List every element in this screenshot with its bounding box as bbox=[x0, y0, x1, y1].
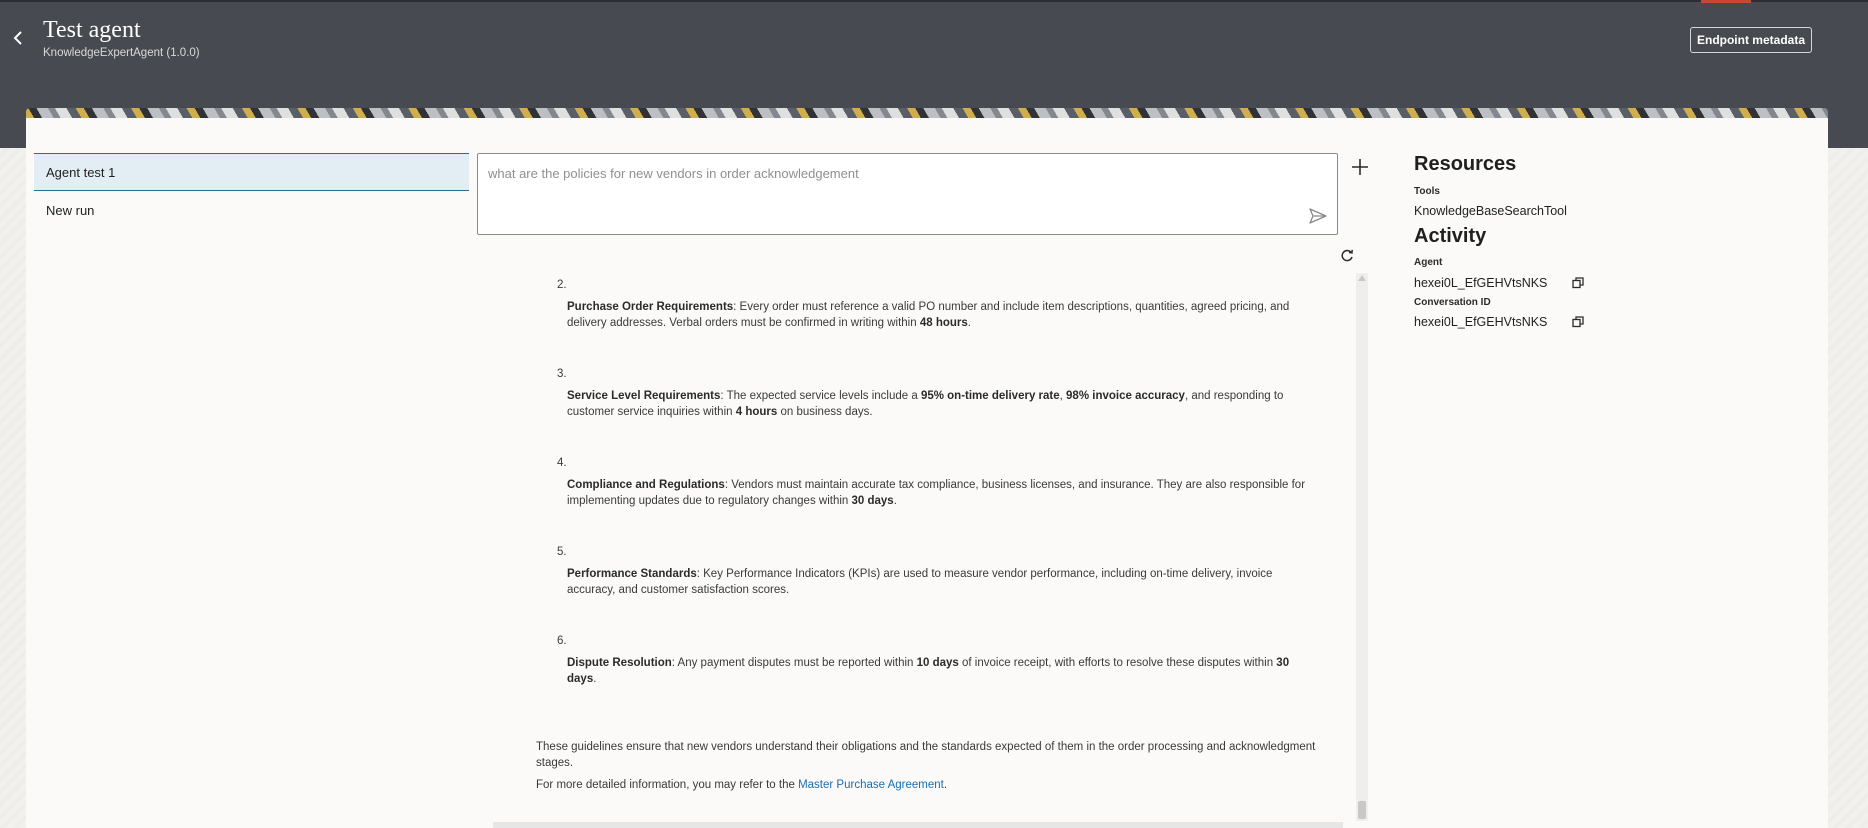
item-text: : The expected service levels include a bbox=[720, 390, 921, 402]
page-title: Test agent bbox=[43, 17, 141, 43]
list-item: 3. Service Level Requirements: The expec… bbox=[557, 362, 1307, 451]
active-tab-indicator bbox=[1701, 0, 1751, 3]
activity-heading: Activity bbox=[1414, 225, 1487, 247]
reference-text: For more detailed information, you may r… bbox=[536, 779, 799, 791]
run-item-new-run[interactable]: New run bbox=[34, 191, 469, 229]
item-title: Performance Standards bbox=[567, 568, 697, 580]
item-emphasis: 4 hours bbox=[735, 406, 778, 418]
endpoint-metadata-button[interactable]: Endpoint metadata bbox=[1690, 27, 1812, 53]
horizontal-scrollbar[interactable] bbox=[493, 822, 1343, 828]
tools-label: Tools bbox=[1414, 186, 1440, 197]
list-item: 6. Dispute Resolution: Any payment dispu… bbox=[557, 629, 1307, 718]
item-title: Dispute Resolution bbox=[567, 657, 672, 669]
plus-icon bbox=[1352, 159, 1368, 175]
refresh-icon bbox=[1341, 249, 1353, 262]
copy-agent-id-button[interactable] bbox=[1572, 276, 1584, 289]
item-text: : Any payment disputes must be reported … bbox=[671, 657, 917, 669]
response-summary: These guidelines ensure that new vendors… bbox=[536, 741, 1316, 769]
chevron-left-icon bbox=[13, 31, 22, 45]
send-icon bbox=[1309, 208, 1327, 224]
refresh-button[interactable] bbox=[1338, 247, 1356, 265]
response-scrollbar[interactable] bbox=[1356, 273, 1368, 821]
copy-icon bbox=[1572, 316, 1584, 328]
list-number: 2. bbox=[557, 279, 567, 291]
item-emphasis: 95% on-time delivery rate bbox=[920, 390, 1060, 402]
back-button[interactable] bbox=[6, 26, 30, 50]
list-item: 2. Purchase Order Requirements: Every or… bbox=[557, 273, 1307, 362]
scrollbar-thumb[interactable] bbox=[1358, 801, 1366, 819]
policy-list: 2. Purchase Order Requirements: Every or… bbox=[480, 273, 1355, 718]
add-button[interactable] bbox=[1350, 157, 1370, 177]
scroll-up-arrow[interactable] bbox=[1358, 275, 1366, 281]
run-item-agent-test-1[interactable]: Agent test 1 bbox=[34, 153, 469, 191]
list-number: 3. bbox=[557, 368, 567, 380]
conversation-id-label: Conversation ID bbox=[1414, 297, 1491, 308]
item-text: . bbox=[967, 317, 971, 329]
decorative-banner bbox=[26, 108, 1828, 118]
list-number: 4. bbox=[557, 457, 567, 469]
item-emphasis: 30 days bbox=[851, 495, 894, 507]
item-text: of invoice receipt, with efforts to reso… bbox=[958, 657, 1277, 669]
item-emphasis: 10 days bbox=[916, 657, 959, 669]
run-item-label: Agent test 1 bbox=[46, 164, 116, 180]
tool-name: KnowledgeBaseSearchTool bbox=[1414, 204, 1567, 218]
list-number: 5. bbox=[557, 546, 567, 558]
prompt-box bbox=[477, 153, 1338, 235]
item-title: Compliance and Regulations bbox=[567, 479, 725, 491]
runs-list: Agent test 1 New run bbox=[34, 153, 469, 229]
item-emphasis: 48 hours bbox=[919, 317, 968, 329]
copy-conversation-id-button[interactable] bbox=[1572, 315, 1584, 328]
conversation-id: hexei0L_EfGEHVtsNKS bbox=[1414, 315, 1548, 329]
agent-response: 2. Purchase Order Requirements: Every or… bbox=[480, 273, 1355, 821]
prompt-input[interactable] bbox=[486, 162, 1250, 184]
list-item: 4. Compliance and Regulations: Vendors m… bbox=[557, 451, 1307, 540]
top-border bbox=[0, 0, 1868, 2]
reference-text: . bbox=[943, 779, 948, 791]
agent-version: KnowledgeExpertAgent (1.0.0) bbox=[43, 47, 200, 59]
copy-icon bbox=[1572, 277, 1584, 289]
send-button[interactable] bbox=[1308, 206, 1328, 226]
run-item-label: New run bbox=[46, 202, 95, 218]
agent-label: Agent bbox=[1414, 257, 1443, 268]
resources-heading: Resources bbox=[1414, 153, 1517, 175]
item-title: Service Level Requirements bbox=[567, 390, 721, 402]
item-emphasis: 98% invoice accuracy bbox=[1066, 390, 1185, 402]
master-purchase-agreement-link[interactable]: Master Purchase Agreement bbox=[798, 779, 944, 791]
item-text: . bbox=[893, 495, 897, 507]
item-text: . bbox=[593, 673, 597, 685]
item-text: on business days. bbox=[777, 406, 873, 418]
list-item: 5. Performance Standards: Key Performanc… bbox=[557, 540, 1307, 629]
agent-id: hexei0L_EfGEHVtsNKS bbox=[1414, 276, 1548, 290]
response-reference: For more detailed information, you may r… bbox=[536, 777, 1336, 793]
list-number: 6. bbox=[557, 635, 567, 647]
item-title: Purchase Order Requirements bbox=[567, 301, 734, 313]
